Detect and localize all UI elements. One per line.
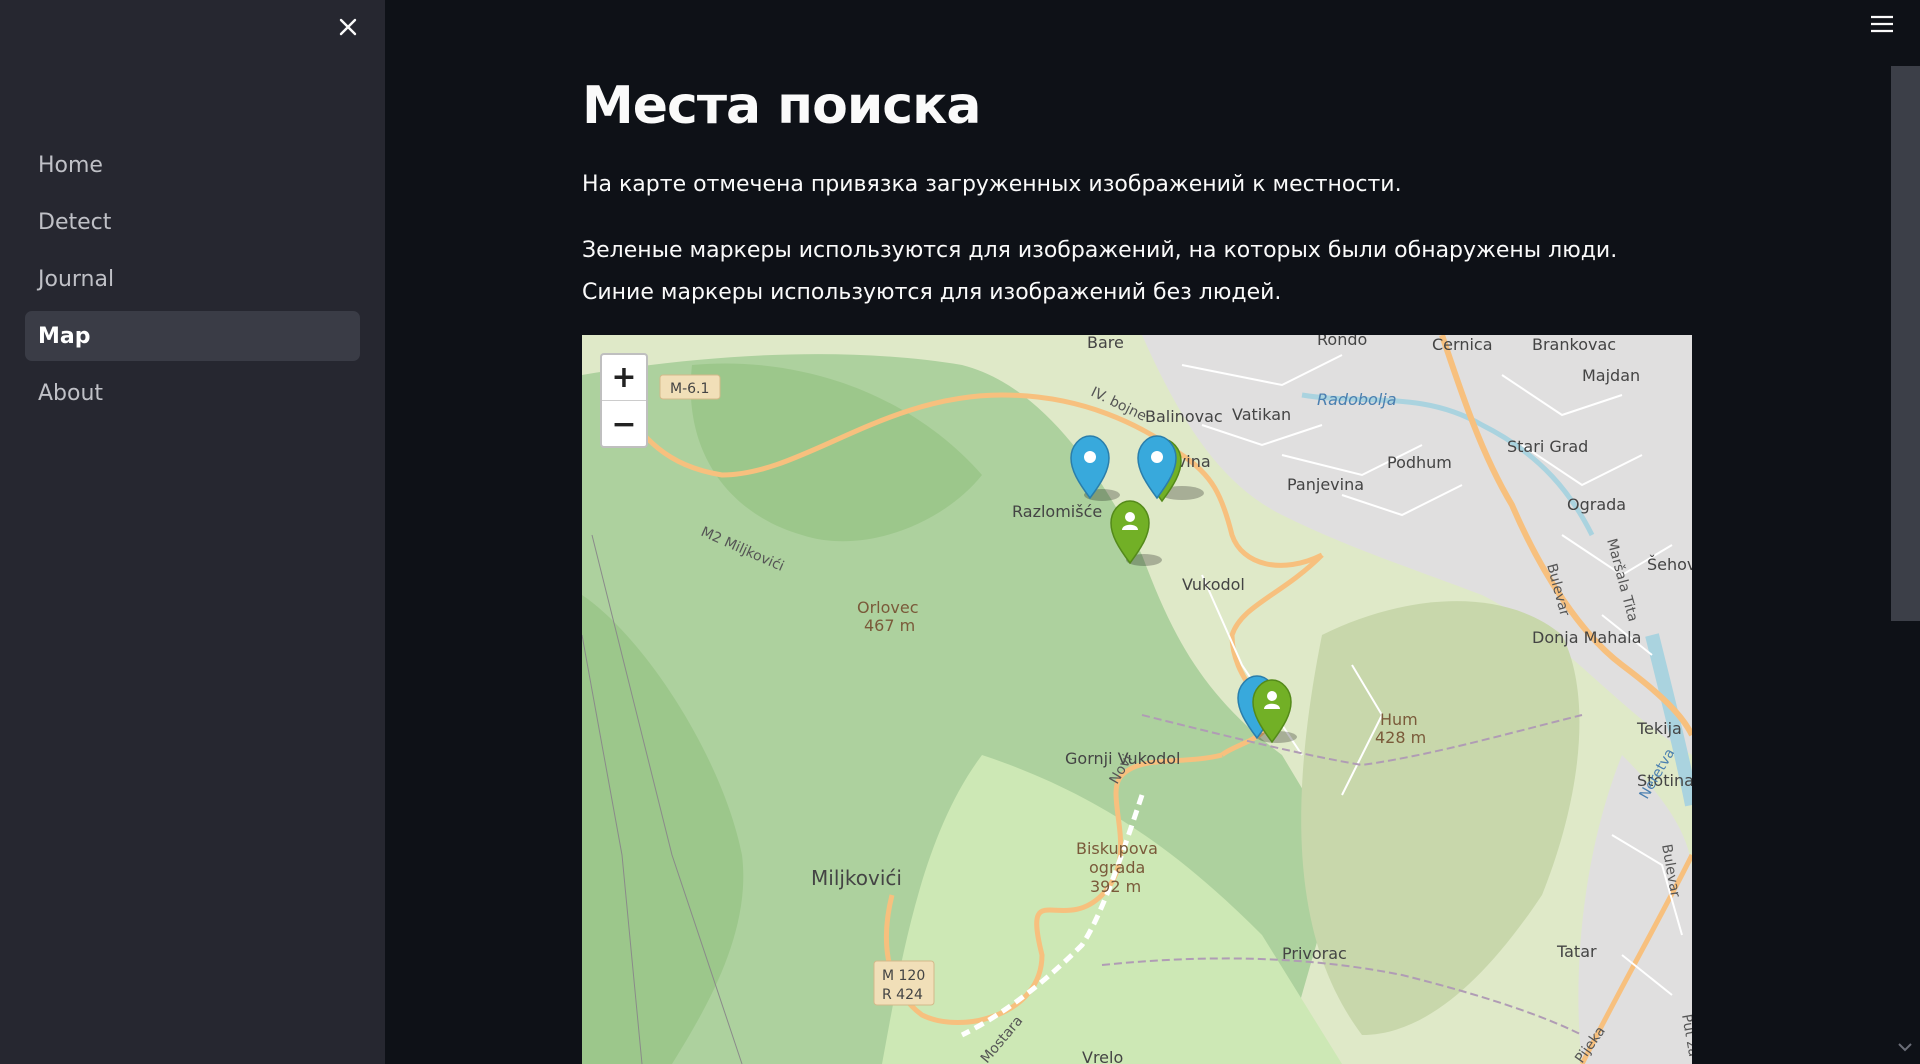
sidebar-item-label: Journal: [38, 266, 115, 292]
sidebar-item-detect[interactable]: Detect: [25, 197, 360, 247]
marker-legend-description: Зеленые маркеры используются для изображ…: [582, 238, 1618, 305]
map-marker-no-people[interactable]: [1070, 435, 1110, 499]
sidebar: Home Detect Journal Map About: [0, 0, 385, 1064]
map-description: На карте отмечена привязка загруженных и…: [582, 172, 1402, 197]
zoom-control: + −: [600, 353, 648, 448]
circle-icon: [1151, 451, 1163, 463]
close-sidebar-button[interactable]: [331, 12, 365, 42]
scrollbar-thumb[interactable]: [1891, 66, 1920, 621]
map-marker-people[interactable]: [1110, 500, 1150, 564]
circle-icon: [1084, 451, 1096, 463]
zoom-in-button[interactable]: +: [602, 355, 646, 401]
main-content: Места поиска На карте отмечена привязка …: [582, 70, 1692, 305]
sidebar-item-home[interactable]: Home: [25, 140, 360, 190]
main-menu-button[interactable]: [1866, 12, 1898, 36]
sidebar-item-label: About: [38, 380, 104, 406]
hamburger-menu-icon: [1871, 15, 1893, 33]
sidebar-item-label: Map: [38, 323, 91, 349]
sidebar-item-map[interactable]: Map: [25, 311, 360, 361]
page-title: Места поиска: [582, 76, 981, 136]
sidebar-item-label: Detect: [38, 209, 112, 235]
sidebar-nav: Home Detect Journal Map About: [25, 140, 360, 425]
scroll-down-icon[interactable]: [1896, 1040, 1914, 1054]
sidebar-item-about[interactable]: About: [25, 368, 360, 418]
zoom-out-button[interactable]: −: [602, 401, 646, 447]
map-view[interactable]: Bare Rondo Cernica Brankovac Majdan Bali…: [582, 335, 1692, 1064]
sidebar-item-label: Home: [38, 152, 103, 178]
map-markers[interactable]: [582, 335, 1692, 1064]
close-icon: [339, 18, 357, 36]
sidebar-item-journal[interactable]: Journal: [25, 254, 360, 304]
